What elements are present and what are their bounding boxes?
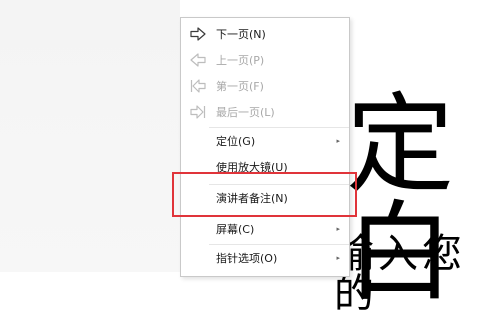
slide-background [0,0,180,272]
menu-item-previous-page[interactable]: 上一页(P) [181,47,349,73]
menu-item-label: 指针选项(O) [216,252,278,265]
annotation-highlight-box [172,172,357,217]
menu-item-label: 最后一页(L) [216,106,275,119]
last-page-icon [189,104,207,120]
arrow-right-icon [189,26,207,42]
submenu-arrow-icon: ▸ [336,225,340,233]
first-page-icon [189,78,207,94]
menu-item-label: 第一页(F) [216,80,264,93]
menu-item-first-page[interactable]: 第一页(F) [181,73,349,99]
menu-item-label: 定位(G) [216,135,256,148]
slide-body-text: 输入您的 [334,231,466,317]
menu-item-label: 上一页(P) [216,54,265,67]
menu-item-screen[interactable]: 屏幕(C) ▸ [181,216,349,242]
submenu-arrow-icon: ▸ [336,254,340,262]
menu-item-next-page[interactable]: 下一页(N) [181,21,349,47]
arrow-left-icon [189,52,207,68]
menu-item-go-to[interactable]: 定位(G) ▸ [181,128,349,154]
menu-item-pointer-options[interactable]: 指针选项(O) ▸ [181,245,349,271]
context-menu: 下一页(N) 上一页(P) 第一页(F) 最后一页(L) 定位(G) ▸ 使用放… [180,17,350,277]
submenu-arrow-icon: ▸ [336,137,340,145]
menu-item-label: 下一页(N) [216,28,266,41]
menu-item-last-page[interactable]: 最后一页(L) [181,99,349,125]
menu-item-label: 屏幕(C) [216,223,255,236]
